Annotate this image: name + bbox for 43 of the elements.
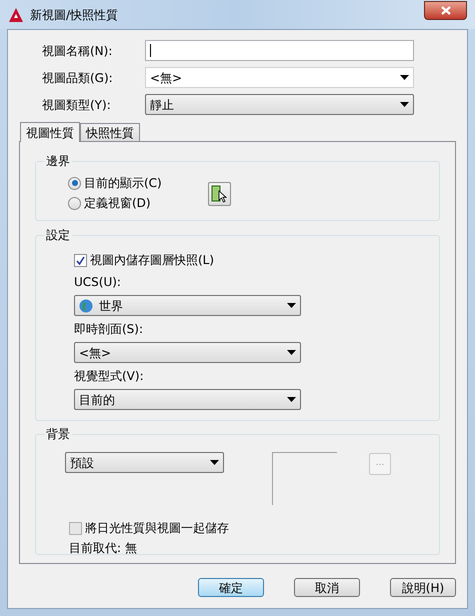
radio-label: 定義視窗(D)	[84, 195, 151, 212]
close-icon	[440, 6, 450, 14]
dialog-button[interactable]: 確定	[198, 578, 264, 597]
group-title: 邊界	[44, 153, 72, 169]
caret-icon	[287, 350, 296, 355]
dialog-button[interactable]: 取消	[294, 578, 360, 597]
checkbox-label: 視圖內儲存圖層快照(L)	[90, 252, 214, 269]
globe-icon	[79, 298, 93, 312]
tab[interactable]: 快照性質	[80, 123, 140, 141]
field-label: 視圖名稱(N):	[42, 42, 114, 60]
dropdown[interactable]: 目前的	[74, 389, 301, 410]
dropdown[interactable]: 靜止	[145, 94, 414, 115]
dropdown[interactable]: 世界	[74, 295, 301, 316]
close-button[interactable]	[424, 0, 467, 20]
dialog-button[interactable]: 說明(H)	[390, 578, 456, 597]
input-field[interactable]	[145, 40, 414, 61]
radio-button[interactable]	[68, 196, 81, 210]
radio-button[interactable]	[68, 176, 81, 190]
window-title: 新視圖/快照性質	[30, 6, 118, 24]
checkbox-label: 將日光性質與視圖一起儲存	[85, 520, 229, 537]
group-title: 設定	[44, 227, 72, 243]
group-title: 背景	[44, 426, 72, 442]
field-label: 視覺型式(V):	[74, 368, 145, 385]
caret-icon	[287, 397, 296, 402]
field-label: 視圖品類(G):	[42, 70, 114, 86]
caret-icon	[210, 460, 219, 465]
combo-box[interactable]: <無>	[145, 67, 414, 88]
dropdown[interactable]: <無>	[74, 342, 301, 363]
checkbox[interactable]	[74, 254, 87, 266]
preview-area	[272, 452, 337, 505]
dropdown[interactable]: 預設	[65, 452, 224, 473]
override-text: 目前取代: 無	[69, 540, 138, 557]
radio-label: 目前的顯示(C)	[84, 175, 162, 192]
pick-window-button[interactable]	[208, 182, 231, 206]
window-pointer-icon	[211, 185, 228, 203]
field-label: 即時剖面(S):	[74, 321, 144, 338]
field-label: 視圖類型(Y):	[42, 96, 112, 114]
caret-icon	[400, 102, 409, 107]
field-label: UCS(U):	[74, 274, 122, 291]
caret-icon	[400, 75, 409, 80]
app-logo-icon	[8, 6, 24, 22]
tab[interactable]: 視圖性質	[20, 122, 80, 142]
caret-icon	[287, 303, 296, 308]
